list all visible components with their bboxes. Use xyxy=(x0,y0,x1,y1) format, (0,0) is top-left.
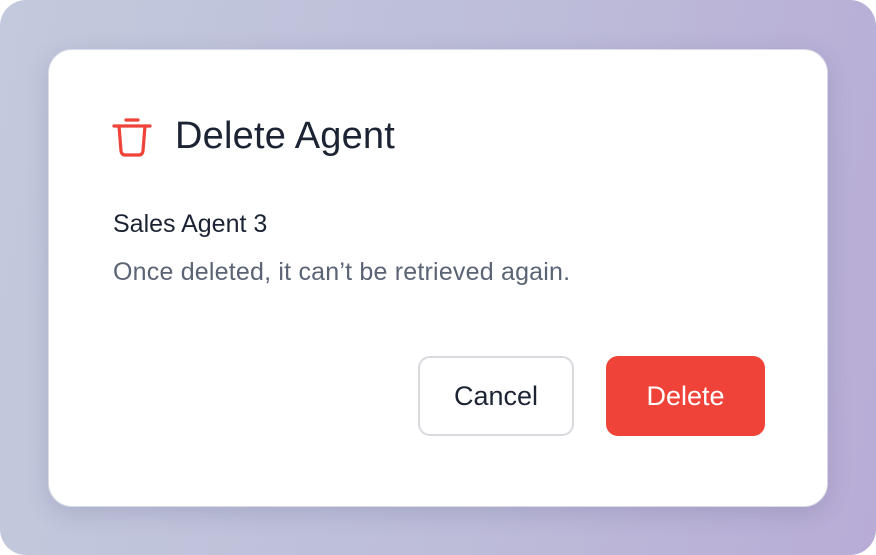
dialog-header: Delete Agent xyxy=(111,114,395,158)
delete-button[interactable]: Delete xyxy=(606,356,765,436)
agent-name: Sales Agent 3 xyxy=(113,210,268,238)
trash-icon xyxy=(111,114,153,158)
cancel-button[interactable]: Cancel xyxy=(418,356,574,436)
warning-message: Once deleted, it can’t be retrieved agai… xyxy=(113,258,571,286)
backdrop: Delete Agent Sales Agent 3 Once deleted,… xyxy=(0,0,876,555)
delete-agent-dialog: Delete Agent Sales Agent 3 Once deleted,… xyxy=(48,49,828,507)
dialog-title: Delete Agent xyxy=(175,115,396,157)
